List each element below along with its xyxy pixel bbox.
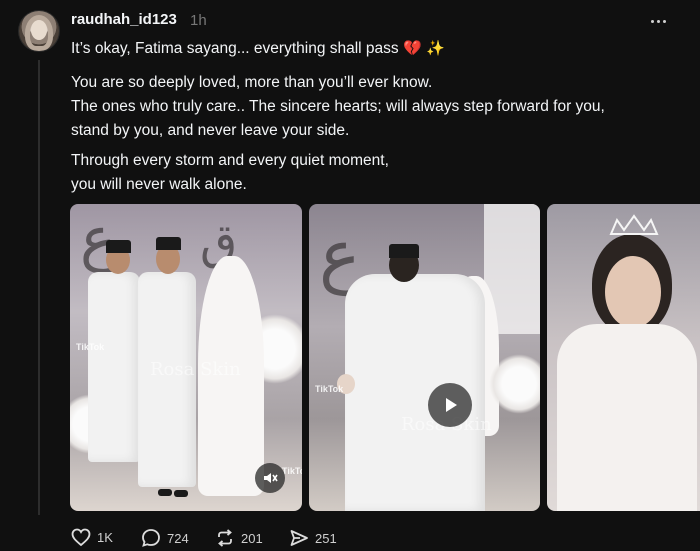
more-dot bbox=[650, 19, 654, 23]
mute-button[interactable] bbox=[255, 463, 285, 493]
repost-button[interactable]: 201 bbox=[215, 528, 263, 548]
shoe bbox=[174, 490, 188, 497]
overlay-text: Rosa Skin bbox=[150, 359, 241, 380]
tiktok-watermark-2: TikTok bbox=[282, 466, 302, 476]
media-image-3[interactable] bbox=[547, 204, 700, 511]
paragraph-line: you will never walk alone. bbox=[71, 176, 247, 193]
repost-icon bbox=[218, 529, 232, 547]
reply-count: 724 bbox=[167, 530, 189, 546]
more-dot bbox=[662, 19, 666, 23]
post-first-line: It’s okay, Fatima sayang... everything s… bbox=[71, 40, 399, 57]
avatar-face bbox=[31, 20, 47, 40]
paragraph-line: The ones who truly care.. The sincere he… bbox=[71, 98, 605, 115]
play-button[interactable] bbox=[428, 383, 472, 427]
paragraph-line: Through every storm and every quiet mome… bbox=[71, 152, 389, 169]
paragraph-line: stand by you, and never leave your side. bbox=[71, 122, 350, 139]
flower-decor bbox=[489, 354, 540, 414]
speaker-muted-icon bbox=[264, 473, 278, 483]
avatar[interactable] bbox=[19, 11, 59, 51]
tiara-icon bbox=[609, 214, 659, 235]
share-button[interactable]: 251 bbox=[289, 528, 337, 548]
broken-heart-emoji: 💔 bbox=[402, 40, 422, 57]
figure-man-left bbox=[88, 272, 140, 462]
sparkles-emoji: ✨ bbox=[425, 40, 445, 57]
songkok-hat bbox=[156, 237, 181, 250]
songkok-hat bbox=[106, 240, 131, 253]
child-face bbox=[605, 256, 661, 328]
media-video-2[interactable]: ع TikTok Rosa Skin bbox=[309, 204, 540, 511]
tiara bbox=[609, 214, 659, 236]
repost-count: 201 bbox=[241, 530, 263, 546]
thread-post: raudhah_id123 1h It’s okay, Fatima sayan… bbox=[0, 0, 700, 551]
more-options-button[interactable] bbox=[648, 11, 668, 31]
songkok-hat bbox=[389, 244, 419, 258]
username[interactable]: raudhah_id123 bbox=[71, 11, 177, 28]
reply-button[interactable]: 724 bbox=[141, 528, 189, 548]
tiktok-watermark: TikTok bbox=[76, 342, 105, 352]
thread-line bbox=[38, 60, 40, 515]
share-count: 251 bbox=[315, 530, 337, 546]
send-icon bbox=[290, 530, 308, 546]
play-icon bbox=[446, 398, 457, 412]
more-dot bbox=[656, 19, 660, 23]
shoe bbox=[158, 489, 172, 496]
post-time[interactable]: 1h bbox=[190, 12, 207, 29]
post-text-line1: It’s okay, Fatima sayang... everything s… bbox=[71, 37, 671, 61]
like-count: 1K bbox=[97, 530, 113, 545]
like-button[interactable]: 1K bbox=[71, 528, 113, 547]
post-paragraph-3: Through every storm and every quiet mome… bbox=[71, 149, 671, 197]
paragraph-line: You are so deeply loved, more than you’l… bbox=[71, 74, 433, 91]
comment-icon bbox=[142, 529, 160, 547]
heart-icon bbox=[71, 528, 91, 547]
child-dress bbox=[557, 324, 697, 511]
tiktok-watermark: TikTok bbox=[315, 384, 344, 394]
post-paragraph-2: You are so deeply loved, more than you’l… bbox=[71, 71, 671, 143]
